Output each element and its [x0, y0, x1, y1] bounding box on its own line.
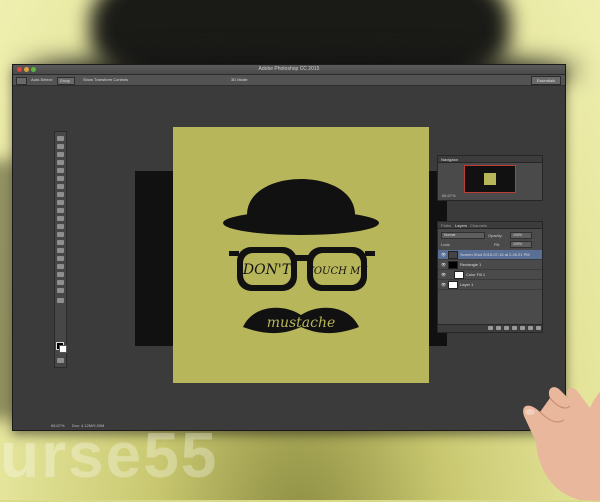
- add-mask-icon[interactable]: [504, 326, 509, 330]
- dodge-tool-icon[interactable]: [57, 240, 64, 245]
- visibility-eye-icon[interactable]: 👁: [441, 272, 446, 277]
- layer-row[interactable]: 👁 Color Fill 1: [438, 270, 542, 280]
- marquee-tool-icon[interactable]: [57, 144, 64, 149]
- opacity-label: Opacity:: [488, 233, 503, 238]
- type-tool-icon[interactable]: [57, 256, 64, 261]
- hand-image: [523, 387, 600, 501]
- brush-tool-icon[interactable]: [57, 192, 64, 197]
- rectangle-tool-icon[interactable]: [57, 272, 64, 277]
- gradient-tool-icon[interactable]: [57, 224, 64, 229]
- lock-label: Lock:: [441, 242, 451, 247]
- hand-tool-icon[interactable]: [57, 280, 64, 285]
- options-bar: Auto-Select: Group Show Transform Contro…: [13, 75, 565, 86]
- history-brush-tool-icon[interactable]: [57, 208, 64, 213]
- title-bar: Adobe Photoshop CC 2015: [13, 65, 565, 75]
- watermark-text: urse55: [0, 419, 219, 491]
- move-tool-icon[interactable]: [57, 136, 64, 141]
- layer-name: Screen Shot 2015-07-16 at 2.40.21 PM: [460, 252, 530, 257]
- mustache-text: mustache: [267, 315, 336, 331]
- layer-row[interactable]: 👁 Layer 1: [438, 280, 542, 290]
- pen-tool-icon[interactable]: [57, 248, 64, 253]
- eyedropper-tool-icon[interactable]: [57, 176, 64, 181]
- blend-mode-dropdown[interactable]: Normal: [441, 232, 485, 239]
- visibility-eye-icon[interactable]: 👁: [441, 252, 446, 257]
- auto-select-dropdown[interactable]: Group: [57, 77, 75, 85]
- blur-tool-icon[interactable]: [57, 232, 64, 237]
- navigator-panel: Navigator 66.67%: [437, 155, 543, 201]
- layer-name: Rectangle 1: [460, 262, 482, 267]
- touch-my-text: TOUCH MY: [307, 266, 368, 277]
- new-group-icon[interactable]: [520, 326, 525, 330]
- auto-select-checkbox-label[interactable]: Auto-Select:: [31, 77, 53, 82]
- visibility-eye-icon[interactable]: 👁: [441, 282, 446, 287]
- layers-tabbar: Paths Layers Channels: [438, 222, 542, 229]
- show-transform-controls-label[interactable]: Show Transform Controls: [83, 77, 128, 82]
- move-tool-preset-icon[interactable]: [16, 77, 27, 85]
- artboard-canvas[interactable]: DON'T TOUCH MY mustache: [173, 127, 429, 383]
- opacity-input[interactable]: 100%: [510, 232, 532, 239]
- new-layer-icon[interactable]: [528, 326, 533, 330]
- link-layers-icon[interactable]: [488, 326, 493, 330]
- trash-icon[interactable]: [536, 326, 541, 330]
- tools-panel: [54, 131, 67, 368]
- layer-thumbnail: [448, 281, 458, 289]
- bowler-hat-icon: [223, 179, 379, 235]
- fill-input[interactable]: 100%: [510, 241, 532, 248]
- lasso-tool-icon[interactable]: [57, 152, 64, 157]
- zoom-tool-icon[interactable]: [57, 288, 64, 293]
- quick-select-tool-icon[interactable]: [57, 160, 64, 165]
- visibility-eye-icon[interactable]: 👁: [441, 262, 446, 267]
- crop-tool-icon[interactable]: [57, 168, 64, 173]
- layer-style-icon[interactable]: [496, 326, 501, 330]
- tab-paths[interactable]: Paths: [441, 223, 451, 228]
- layer-row[interactable]: 👁 Rectangle 1: [438, 260, 542, 270]
- tab-channels[interactable]: Channels: [470, 223, 487, 228]
- navigator-thumbnail[interactable]: [464, 165, 516, 193]
- dont-text: DON'T: [242, 262, 293, 278]
- adjustment-layer-icon[interactable]: [512, 326, 517, 330]
- navigator-zoom[interactable]: 66.67%: [442, 193, 456, 198]
- quick-mask-icon[interactable]: [57, 358, 64, 363]
- healing-brush-tool-icon[interactable]: [57, 184, 64, 189]
- extras-tool-icon[interactable]: [57, 298, 64, 303]
- layers-panel: Paths Layers Channels Normal Opacity: 10…: [437, 221, 543, 333]
- photoshop-window: Adobe Photoshop CC 2015 Auto-Select: Gro…: [12, 64, 566, 431]
- layer-row[interactable]: 👁 Screen Shot 2015-07-16 at 2.40.21 PM: [438, 250, 542, 260]
- fill-label: Fill:: [494, 242, 501, 247]
- layer-thumbnail: [448, 251, 458, 259]
- background-color-swatch[interactable]: [59, 345, 67, 353]
- path-selection-tool-icon[interactable]: [57, 264, 64, 269]
- hipster-artwork: DON'T TOUCH MY mustache: [223, 179, 379, 334]
- navigator-tabbar: Navigator: [438, 156, 542, 163]
- clone-stamp-tool-icon[interactable]: [57, 200, 64, 205]
- workspace-switcher[interactable]: Essentials: [531, 76, 561, 85]
- navigator-canvas-preview: [484, 173, 496, 185]
- align-icons[interactable]: [153, 77, 213, 83]
- app-title: Adobe Photoshop CC 2015: [258, 66, 320, 72]
- 3d-mode-label: 3D Mode:: [231, 77, 249, 82]
- eraser-tool-icon[interactable]: [57, 216, 64, 221]
- layers-footer: [438, 324, 542, 332]
- layer-thumbnail: [448, 261, 458, 269]
- layer-name: Color Fill 1: [466, 272, 486, 277]
- tab-layers[interactable]: Layers: [455, 223, 467, 228]
- tab-navigator[interactable]: Navigator: [441, 157, 458, 162]
- layer-name: Layer 1: [460, 282, 474, 287]
- layer-thumbnail: [454, 271, 464, 279]
